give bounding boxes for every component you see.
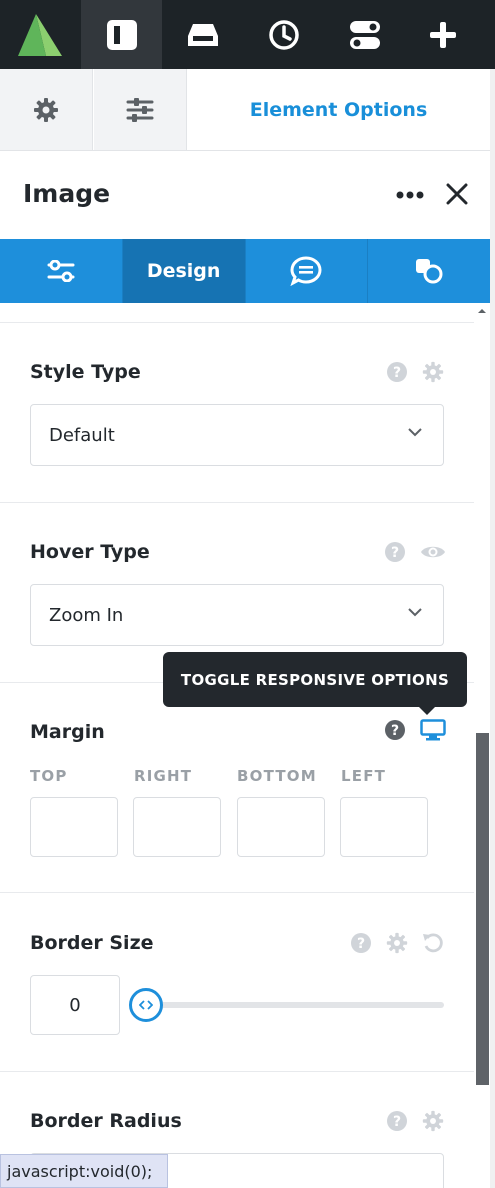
help-icon[interactable]: ? [386,1110,408,1132]
border-size-slider[interactable] [147,1002,444,1008]
margin-bottom-input[interactable] [237,797,325,857]
top-toolbar [0,0,495,69]
gear-icon[interactable] [422,1110,444,1132]
arrows-horizontal-icon [139,1000,153,1010]
svg-text:?: ? [393,365,401,381]
more-icon [396,191,424,199]
divider [0,322,474,323]
margin-label: Margin [30,721,105,743]
browser-status-bar: javascript:void(0); [0,1154,168,1188]
layout-button[interactable] [81,0,162,69]
margin-top-input[interactable] [30,797,118,857]
element-title: Image [23,179,111,208]
style-type-actions: ? [386,361,444,383]
border-size-actions: ? [350,932,444,954]
close-icon [446,183,468,205]
avada-logo[interactable] [0,0,80,69]
panel-edge [490,69,495,1188]
option-tabs: Design [0,239,490,303]
tab-design[interactable]: Design [122,239,246,303]
sliders-icon [47,260,75,282]
border-size-label: Border Size [30,932,154,954]
hover-type-label: Hover Type [30,541,150,563]
border-radius-label: Border Radius [30,1110,182,1132]
tooltip-text: TOGGLE RESPONSIVE OPTIONS [180,670,450,689]
shapes-icon [416,259,443,284]
help-icon[interactable]: ? [384,719,406,741]
chevron-down-icon [408,608,422,617]
margin-bottom-label: BOTTOM [237,767,317,785]
help-icon[interactable]: ? [386,361,408,383]
desktop-icon[interactable] [420,719,446,741]
chat-icon [290,256,322,286]
help-icon[interactable]: ? [350,932,372,954]
gear-icon[interactable] [386,932,408,954]
toggles-button[interactable] [324,0,405,69]
more-options-button[interactable] [395,181,425,209]
help-icon[interactable]: ? [384,541,406,563]
sidebar-header: Element Options [0,69,490,151]
margin-right-label: RIGHT [134,767,193,785]
svg-text:?: ? [391,723,399,739]
divider [0,502,474,503]
margin-left-input[interactable] [340,797,428,857]
eye-icon[interactable] [420,543,446,561]
divider [0,892,474,893]
sliders-icon [126,97,154,122]
divider [0,1071,474,1072]
plus-icon [429,21,456,48]
svg-text:?: ? [357,936,365,952]
hover-type-select[interactable]: Zoom In [30,584,444,646]
scroll-up-icon[interactable] [477,306,487,316]
design-options-panel: Style Type ? Default Hover Type ? Zoom I… [0,303,474,1188]
margin-actions: ? [384,719,446,741]
page-options-button[interactable] [94,69,187,150]
toggles-icon [349,20,380,49]
scrollbar-thumb[interactable] [476,733,489,1085]
add-button[interactable] [402,0,483,69]
global-settings-button[interactable] [0,69,93,150]
border-radius-actions: ? [386,1110,444,1132]
logo-icon [18,13,62,56]
tab-general[interactable] [0,239,123,303]
hover-type-value: Zoom In [49,604,124,626]
layout-icon [106,19,137,50]
hover-type-actions: ? [384,541,446,563]
tab-conditions[interactable] [368,239,490,303]
style-type-value: Default [49,424,115,446]
library-icon [187,23,218,46]
status-url: javascript:void(0); [7,1161,153,1181]
element-options-tab[interactable]: Element Options [187,69,490,150]
tab-design-label: Design [146,260,221,282]
chevron-down-icon [408,428,422,437]
margin-left-label: LEFT [341,767,387,785]
margin-top-label: TOP [30,767,68,785]
gear-icon [34,97,58,122]
clock-icon [268,19,299,50]
responsive-tooltip: TOGGLE RESPONSIVE OPTIONS [163,652,467,715]
close-button[interactable] [442,179,472,209]
element-header: Image [0,151,490,239]
border-size-input[interactable]: 0 [30,975,120,1035]
svg-text:?: ? [393,1114,401,1130]
library-button[interactable] [162,0,243,69]
slider-handle[interactable] [129,988,163,1022]
gear-icon[interactable] [422,361,444,383]
style-type-label: Style Type [30,361,141,383]
history-button[interactable] [243,0,324,69]
reset-icon[interactable] [422,932,444,954]
margin-right-input[interactable] [133,797,221,857]
svg-text:?: ? [391,545,399,561]
style-type-select[interactable]: Default [30,404,444,466]
tab-extras[interactable] [246,239,369,303]
